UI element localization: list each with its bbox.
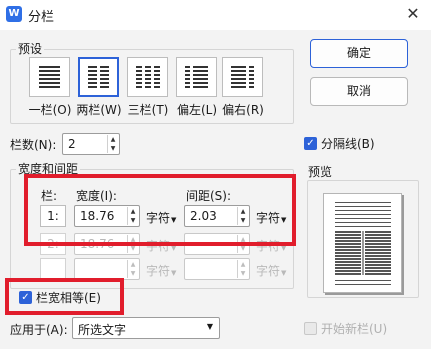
ok-button[interactable]: 确定 <box>310 39 408 68</box>
separator-label[interactable]: 分隔线(B) <box>321 135 375 152</box>
new-column-label: 开始新栏(U) <box>321 322 388 336</box>
width-input-3: ▲ ▼ <box>74 258 140 280</box>
close-icon[interactable]: ✕ <box>400 2 426 26</box>
column-count-label: 栏数(N): <box>10 138 57 152</box>
presets-label: 预设 <box>16 40 45 57</box>
preview-page <box>323 193 402 293</box>
preset-label-left[interactable]: 偏左(L) <box>174 101 220 118</box>
title-bar <box>0 0 431 30</box>
window-title: 分栏 <box>28 10 55 25</box>
unit-label: 字符 <box>146 264 171 278</box>
unit-label: 字符 <box>256 264 281 278</box>
column-count-stepper[interactable]: 2 ▲ ▼ <box>62 133 120 155</box>
preset-label-three[interactable]: 三栏(T) <box>125 101 171 118</box>
preset-left[interactable] <box>176 57 217 97</box>
spacing-input-3: ▲ ▼ <box>184 258 250 280</box>
right-column-icon <box>231 66 254 88</box>
preview-label: 预览 <box>308 165 333 179</box>
separator-checkbox[interactable]: ✓ <box>304 137 317 150</box>
apply-to-label: 应用于(A): <box>10 323 68 337</box>
stepper-arrows-icon[interactable]: ▲ ▼ <box>107 135 118 153</box>
wps-writer-icon: W <box>6 6 22 22</box>
chevron-down-icon: ▼ <box>206 322 213 331</box>
stepper-arrows-icon: ▲ ▼ <box>127 260 138 278</box>
left-column-icon <box>185 66 208 88</box>
preview-two-column-layout-icon <box>335 202 391 285</box>
spacing-unit-3: 字符▼ <box>256 262 286 279</box>
highlight-box-equal-width <box>5 278 124 315</box>
chevron-down-icon: ▼ <box>281 269 287 277</box>
cancel-button[interactable]: 取消 <box>310 77 408 106</box>
preset-three-columns[interactable] <box>127 57 168 97</box>
preset-one-column[interactable] <box>29 57 70 97</box>
preset-two-columns[interactable] <box>78 57 119 97</box>
apply-to-select[interactable]: 所选文字 ▼ <box>72 317 220 339</box>
preset-label-right[interactable]: 偏右(R) <box>220 101 266 118</box>
apply-to-value: 所选文字 <box>78 323 127 337</box>
new-column-checkbox: ✓ <box>304 322 317 335</box>
two-columns-icon <box>88 66 109 88</box>
stepper-arrows-icon: ▲ ▼ <box>237 260 248 278</box>
column-count-value: 2 <box>68 137 76 151</box>
preset-right[interactable] <box>222 57 263 97</box>
one-column-icon <box>39 66 60 88</box>
preset-label-one[interactable]: 一栏(O) <box>27 101 73 118</box>
highlight-box-width-spacing <box>24 174 296 246</box>
chevron-down-icon: ▼ <box>171 269 177 277</box>
width-unit-3: 字符▼ <box>146 262 176 279</box>
three-columns-icon <box>136 66 160 88</box>
preset-label-two[interactable]: 两栏(W) <box>76 101 122 118</box>
column-number-3 <box>40 258 66 280</box>
